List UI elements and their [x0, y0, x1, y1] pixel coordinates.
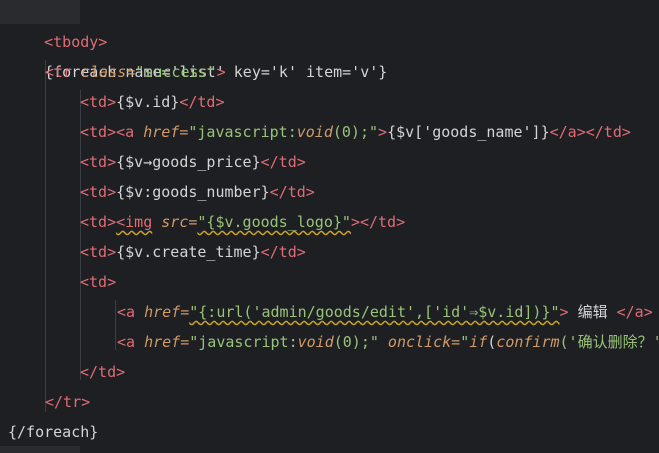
token-function: void — [296, 123, 333, 141]
token-tag-warning: <img — [116, 213, 153, 231]
token-template: {/foreach} — [8, 423, 99, 441]
token-tag: > — [559, 303, 569, 321]
token-string: "javascript: — [189, 333, 298, 351]
token-tag: </td> — [585, 123, 631, 141]
token-tag: </td> — [260, 243, 306, 261]
code-line-2[interactable]: {foreach name='list' key='k' item='v'} — [8, 27, 387, 81]
token-tag: <tr — [45, 63, 73, 81]
code-line-4[interactable]: <td>{$v.id}</td> — [80, 87, 225, 117]
token-tag: <td> — [80, 213, 117, 231]
code-line-8[interactable]: <td><img src="{$v.goods_logo}"></td> — [80, 207, 405, 237]
token-tag: <td> — [80, 123, 117, 141]
token-keyword: if — [469, 333, 488, 351]
token-tag: </td> — [269, 183, 315, 201]
code-line-15[interactable]: {/foreach} — [8, 417, 98, 447]
indent-guide-1 — [45, 60, 46, 412]
token-string: (0);" — [332, 123, 379, 141]
token-string: ('确认删除？' — [559, 333, 659, 351]
token-tag: <td> — [80, 243, 117, 261]
code-line-12[interactable]: <a href="javascript:void(0);" onclick="i… — [117, 327, 659, 357]
token-attribute: href= — [135, 303, 190, 321]
token-string: " — [460, 333, 470, 351]
token-tag: </td> — [80, 363, 126, 381]
token-function: confirm — [496, 333, 560, 351]
token-attribute: class= — [72, 63, 136, 81]
code-line-5[interactable]: <td><a href="javascript:void(0);">{$v['g… — [80, 117, 631, 147]
token-template: {$v→goods_price} — [116, 153, 261, 171]
code-line-13[interactable]: </td> — [80, 357, 125, 387]
token-tag: </td> — [179, 93, 225, 111]
code-line-3[interactable]: <tr class="success"> — [45, 57, 226, 87]
code-line-1[interactable]: <tbody> — [8, 0, 107, 51]
token-punctuation: ( — [487, 333, 497, 351]
code-editor[interactable]: <tbody> {foreach name='list' key='k' ite… — [0, 0, 659, 453]
token-template: {$v.id} — [116, 93, 180, 111]
token-string: (0);" — [333, 333, 379, 351]
line-highlight-bottom — [0, 446, 80, 453]
token-attribute: href= — [134, 123, 189, 141]
token-tag: <td> — [80, 93, 117, 111]
token-attribute: src= — [152, 213, 198, 231]
indent-guide-3 — [115, 300, 116, 350]
code-line-9[interactable]: <td>{$v.create_time}</td> — [80, 237, 306, 267]
token-tag: > — [378, 123, 388, 141]
token-tag: <a — [117, 333, 136, 351]
token-function: void — [297, 333, 334, 351]
token-tag: <td> — [80, 273, 117, 291]
token-tag: ></td> — [350, 213, 406, 231]
token-string-warning: "{$v.goods_logo}" — [197, 213, 351, 231]
code-line-14[interactable]: </tr> — [45, 387, 90, 417]
token-tag: <td> — [80, 183, 117, 201]
token-attribute: href= — [135, 333, 190, 351]
token-tag: > — [216, 63, 226, 81]
token-tag: </a> — [549, 123, 586, 141]
token-tag: <td> — [80, 153, 117, 171]
token-tag: </tr> — [45, 393, 91, 411]
token-template: {$v:goods_number} — [116, 183, 270, 201]
token-string: "success" — [135, 63, 217, 81]
token-tag: </a> — [616, 303, 653, 321]
code-line-10[interactable]: <td> — [80, 267, 116, 297]
token-string-warning: "{:url('admin/goods/edit',['id'⇒$v.id])}… — [189, 303, 560, 321]
code-line-7[interactable]: <td>{$v:goods_number}</td> — [80, 177, 315, 207]
token-tag: <a — [116, 123, 135, 141]
code-line-11[interactable]: <a href="{:url('admin/goods/edit',['id'⇒… — [117, 297, 653, 327]
code-line-6[interactable]: <td>{$v→goods_price}</td> — [80, 147, 306, 177]
token-tag: </td> — [260, 153, 306, 171]
token-tag: <a — [117, 303, 136, 321]
token-attribute: onclick= — [378, 333, 461, 351]
token-template: {$v['goods_name']} — [387, 123, 550, 141]
token-text: 编辑 — [568, 303, 617, 321]
token-string: "javascript: — [188, 123, 297, 141]
token-template: {$v.create_time} — [116, 243, 261, 261]
